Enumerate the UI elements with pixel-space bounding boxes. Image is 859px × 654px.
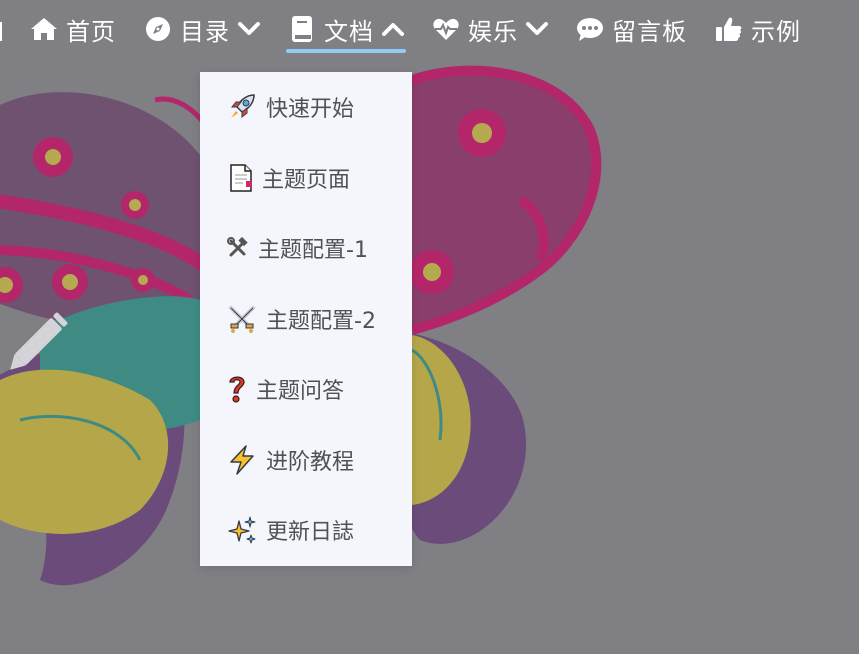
- nav-item-entertainment[interactable]: 娱乐: [432, 0, 548, 58]
- dropdown-item-label: 主题配置-2: [266, 308, 376, 334]
- compass-icon: [144, 15, 172, 43]
- dropdown-item-label: 主题配置-1: [258, 238, 368, 264]
- thumbs-up-icon: [715, 15, 743, 43]
- nav-label-examples: 示例: [751, 17, 801, 46]
- comment-icon: [576, 15, 604, 43]
- nav-item-examples[interactable]: 示例: [715, 0, 801, 58]
- book-icon: [288, 15, 316, 43]
- heartbeat-icon: [432, 15, 460, 43]
- dropdown-item-label: 主题问答: [256, 379, 345, 405]
- nav-item-partial[interactable]: [0, 0, 8, 58]
- dropdown-item-theme-qa[interactable]: 主题问答: [200, 354, 412, 425]
- nav-label-home: 首页: [66, 17, 116, 46]
- dropdown-item-label: 快速开始: [266, 97, 355, 123]
- crossed-swords-icon: [226, 303, 258, 335]
- dropdown-item-theme-pages[interactable]: 主题页面: [200, 143, 412, 214]
- dropdown-item-changelog[interactable]: 更新日誌: [200, 495, 412, 566]
- nav-item-catalog[interactable]: 目录: [144, 0, 260, 58]
- dropdown-item-label: 进阶教程: [266, 449, 355, 475]
- chevron-down-icon: [526, 18, 548, 40]
- dropdown-item-theme-config-2[interactable]: 主题配置-2: [200, 284, 412, 355]
- question-mark-icon: [226, 373, 248, 405]
- nav-item-home[interactable]: 首页: [30, 0, 116, 58]
- nav-item-guestbook[interactable]: 留言板: [576, 0, 687, 58]
- dropdown-item-quick-start[interactable]: 快速开始: [200, 72, 412, 143]
- home-icon: [30, 15, 58, 43]
- dropdown-item-label: 主题页面: [262, 167, 351, 193]
- hammer-wrench-icon: [226, 232, 250, 264]
- nav-label-guestbook: 留言板: [612, 17, 687, 46]
- rocket-icon: [226, 91, 258, 123]
- dropdown-item-advanced-tutorial[interactable]: 进阶教程: [200, 425, 412, 496]
- background-butterfly-illustration: [0, 0, 859, 654]
- chevron-down-icon: [238, 18, 260, 40]
- dropdown-item-label: 更新日誌: [266, 520, 355, 546]
- nav-label-docs: 文档: [324, 17, 374, 46]
- top-nav: 首页 目录 文档 娱乐 留言板 示例: [0, 0, 829, 58]
- sparkles-icon: [226, 514, 258, 546]
- docs-dropdown-menu: 快速开始 主题页面 主题配置-1 主题配置-2 主题问答 进阶教程 更新日誌: [200, 72, 412, 566]
- nav-item-docs[interactable]: 文档: [286, 0, 406, 58]
- page-icon: [226, 162, 256, 194]
- partial-icon: [0, 15, 8, 43]
- chevron-up-icon: [382, 18, 404, 40]
- lightning-icon: [226, 444, 258, 476]
- dropdown-item-theme-config-1[interactable]: 主题配置-1: [200, 213, 412, 284]
- nav-label-entertainment: 娱乐: [468, 17, 518, 46]
- nav-label-catalog: 目录: [180, 17, 230, 46]
